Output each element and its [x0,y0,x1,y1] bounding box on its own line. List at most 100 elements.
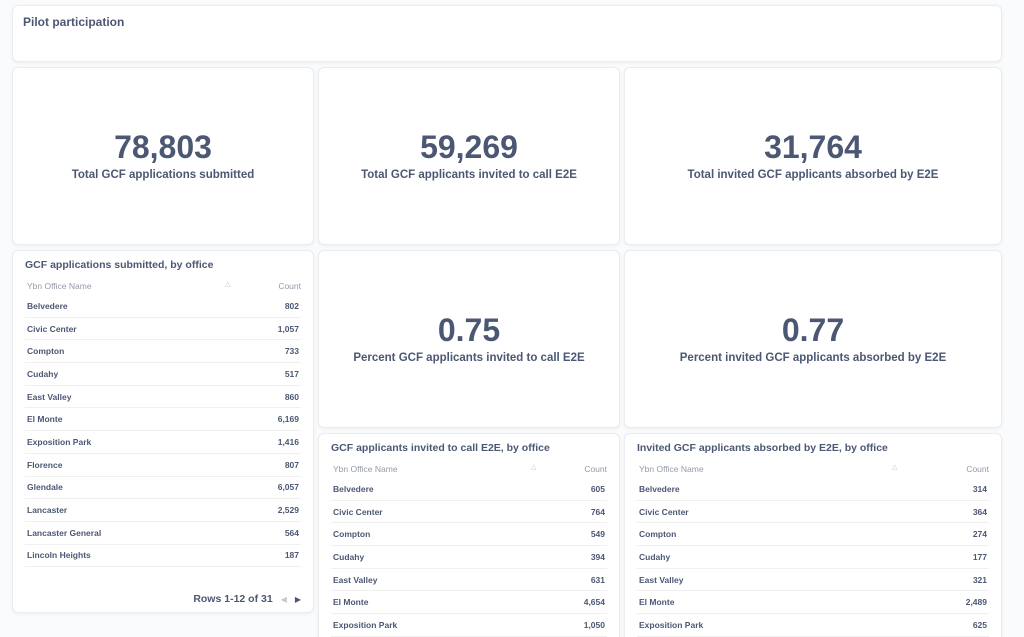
sort-chevron-icon[interactable]: △ [225,280,230,288]
chevron-right-icon[interactable]: ▶ [295,595,301,604]
count-cell: 364 [972,506,987,517]
office-name-cell: East Valley [27,391,72,402]
scalar-label: Percent invited GCF applicants absorbed … [679,352,947,364]
scalar-label: Total GCF applications submitted [71,169,255,181]
count-cell: 517 [284,368,299,379]
count-cell: 1,050 [583,619,605,630]
table-body: Belvedere 802 Civic Center 1,057 Compton 733 C… [25,295,301,568]
office-name-cell: Florence [27,459,63,470]
table-row[interactable]: Lancaster 2,529 [25,499,301,522]
table-title: Invited GCF applicants absorbed by E2E, … [637,442,888,454]
table-row[interactable]: Florence 807 [25,454,301,477]
column-header-office[interactable]: Ybn Office Name [27,281,92,291]
count-cell: 321 [972,574,987,585]
office-name-cell: Lancaster [27,505,68,516]
table-row[interactable]: East Valley 631 [331,569,607,592]
table-row[interactable]: Glendale 6,057 [25,477,301,500]
count-cell: 187 [284,550,299,561]
count-cell: 625 [972,619,987,630]
table-title: GCF applicants invited to call E2E, by o… [331,442,550,454]
office-name-cell: Cudahy [333,551,365,562]
table-row[interactable]: Compton 549 [331,523,607,547]
count-cell: 1,416 [277,436,299,447]
table-header: Ybn Office Name △ Count [25,281,301,295]
office-name-cell: East Valley [333,574,378,585]
office-name-cell: Exposition Park [333,619,398,630]
office-name-cell: Belvedere [639,483,680,494]
office-name-cell: Civic Center [333,506,383,517]
office-name-cell: Glendale [27,482,63,493]
scalar-card-invited[interactable]: 59,269 Total GCF applicants invited to c… [318,67,620,245]
table-row[interactable]: Belvedere 802 [25,295,301,318]
scalar-value: 31,764 [764,129,862,165]
count-cell: 764 [590,506,605,517]
count-cell: 564 [284,527,299,538]
office-name-cell: El Monte [639,597,675,608]
count-cell: 605 [590,483,605,494]
table-row[interactable]: Civic Center 364 [637,501,989,524]
office-name-cell: Exposition Park [27,436,92,447]
scalar-card-absorbed[interactable]: 31,764 Total invited GCF applicants abso… [624,67,1002,245]
table-row[interactable]: Exposition Park 1,050 [331,614,607,637]
table-row[interactable]: Belvedere 605 [331,478,607,501]
table-title: GCF applications submitted, by office [25,259,214,271]
office-name-cell: Cudahy [639,551,671,562]
count-cell: 807 [284,459,299,470]
table-row[interactable]: Lancaster General 564 [25,522,301,545]
table-body: Belvedere 314 Civic Center 364 Compton 274 Cud… [637,478,989,637]
table-row[interactable]: Belvedere 314 [637,478,989,501]
office-name-cell: Compton [333,529,371,540]
table-row[interactable]: El Monte 6,169 [25,408,301,432]
office-name-cell: El Monte [27,414,63,425]
count-cell: 394 [590,551,605,562]
table-row[interactable]: Cudahy 177 [637,546,989,569]
table-row[interactable]: El Monte 2,489 [637,591,989,615]
table-row[interactable]: Exposition Park 625 [637,614,989,637]
scalar-card-pct-invited[interactable]: 0.75 Percent GCF applicants invited to c… [318,250,620,428]
office-name-cell: Exposition Park [639,619,704,630]
table-row[interactable]: East Valley 321 [637,569,989,592]
column-header-count[interactable]: Count [584,464,607,474]
count-cell: 177 [972,551,987,562]
column-header-office[interactable]: Ybn Office Name [333,464,398,474]
table-row[interactable]: El Monte 4,654 [331,591,607,615]
office-name-cell: Compton [639,529,677,540]
count-cell: 631 [590,574,605,585]
office-name-cell: Civic Center [639,506,689,517]
scalar-label: Total GCF applicants invited to call E2E [361,169,577,181]
scalar-card-pct-absorbed[interactable]: 0.77 Percent invited GCF applicants abso… [624,250,1002,428]
table-row[interactable]: Compton 274 [637,523,989,547]
scalar-label: Percent GCF applicants invited to call E… [353,352,585,364]
scalar-value: 0.77 [781,312,845,348]
table-row[interactable]: Civic Center 1,057 [25,318,301,341]
office-name-cell: East Valley [639,574,684,585]
table-row[interactable]: Cudahy 394 [331,546,607,569]
table-row[interactable]: Compton 733 [25,340,301,364]
count-cell: 802 [284,300,299,311]
office-name-cell: El Monte [333,597,369,608]
table-card-absorbed: Invited GCF applicants absorbed by E2E, … [624,433,1002,637]
table-row[interactable]: Civic Center 764 [331,501,607,524]
count-cell: 6,169 [277,414,299,425]
count-cell: 1,057 [277,323,299,334]
table-body: Belvedere 605 Civic Center 764 Compton 549 Cud… [331,478,607,637]
office-name-cell: Belvedere [333,483,374,494]
dashboard-title: Pilot participation [23,15,125,29]
count-cell: 4,654 [583,597,605,608]
sort-chevron-icon[interactable]: △ [531,463,536,471]
count-cell: 6,057 [277,482,299,493]
scalar-card-submitted[interactable]: 78,803 Total GCF applications submitted [12,67,314,245]
table-row[interactable]: Lincoln Heights 187 [25,545,301,568]
table-row[interactable]: East Valley 860 [25,386,301,409]
table-row[interactable]: Exposition Park 1,416 [25,431,301,454]
table-row[interactable]: Cudahy 517 [25,363,301,386]
column-header-office[interactable]: Ybn Office Name [639,464,704,474]
table-card-invited: GCF applicants invited to call E2E, by o… [318,433,620,637]
table-pager: Rows 1-12 of 31 ◀ ▶ [193,593,301,605]
column-header-count[interactable]: Count [966,464,989,474]
chevron-left-icon[interactable]: ◀ [281,595,287,604]
sort-chevron-icon[interactable]: △ [892,463,897,471]
office-name-cell: Cudahy [27,368,59,379]
count-cell: 2,529 [277,505,299,516]
column-header-count[interactable]: Count [278,281,301,291]
